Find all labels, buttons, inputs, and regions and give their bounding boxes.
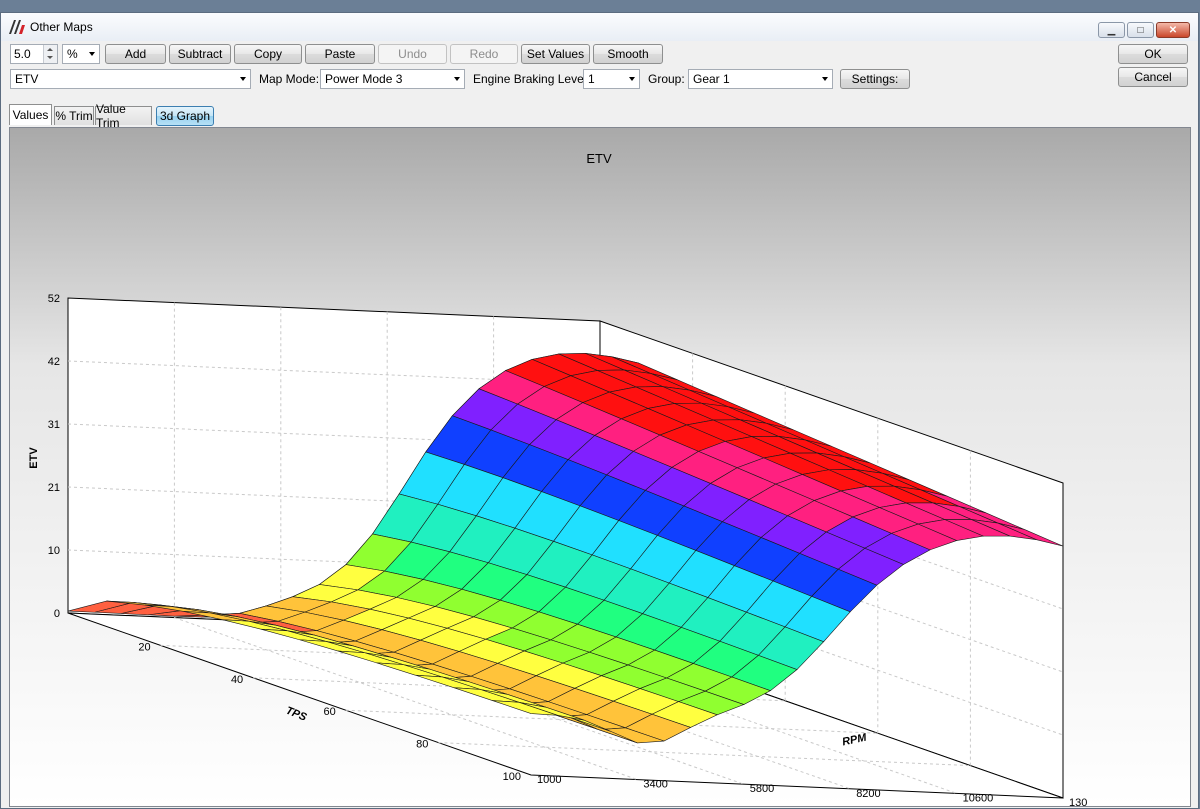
rpm-tick-label: 130 <box>1069 797 1087 806</box>
z-tick-label: 21 <box>48 482 60 494</box>
spin-down-icon <box>47 56 53 59</box>
app-logo-icon <box>9 20 25 34</box>
set-values-button[interactable]: Set Values <box>521 44 590 64</box>
rpm-tick-label: 8200 <box>856 788 880 800</box>
undo-button[interactable]: Undo <box>378 44 447 64</box>
step-value-text: 5.0 <box>14 47 31 61</box>
tab-value-trim[interactable]: Value Trim <box>95 102 152 130</box>
map-select[interactable]: ETV <box>10 69 251 89</box>
step-value-spinner[interactable]: 5.0 <box>10 44 58 64</box>
maximize-icon: □ <box>1137 24 1144 36</box>
minimize-button[interactable]: ▁ <box>1098 22 1125 38</box>
window-title: Other Maps <box>30 20 93 34</box>
chart-panel: 0 10 21 31 42 52 20 40 60 80 100 1000 3400 5800 8200 10… <box>9 127 1191 807</box>
close-button[interactable]: ✕ <box>1156 22 1190 38</box>
cancel-button[interactable]: Cancel <box>1118 67 1188 87</box>
settings-button[interactable]: Settings: <box>840 69 910 89</box>
z-tick-label: 52 <box>48 293 60 305</box>
subtract-button[interactable]: Subtract <box>169 44 231 64</box>
chevron-down-icon <box>822 77 828 81</box>
chevron-down-icon <box>240 77 246 81</box>
spinner-buttons[interactable] <box>43 45 57 63</box>
chevron-down-icon <box>629 77 635 81</box>
etv-3d-surface-chart[interactable]: 0 10 21 31 42 52 20 40 60 80 100 1000 3400 5800 8200 10… <box>10 128 1190 806</box>
tps-tick-label: 100 <box>503 771 521 783</box>
other-maps-window: Other Maps ▁ □ ✕ 5.0 % Add Subtract Copy… <box>0 12 1199 809</box>
group-select-value: Gear 1 <box>693 72 730 86</box>
chevron-down-icon <box>454 77 460 81</box>
rpm-tick-label: 3400 <box>643 779 667 791</box>
engine-braking-select[interactable]: 1 <box>583 69 640 89</box>
tps-tick-label: 20 <box>138 641 150 653</box>
z-tick-label: 42 <box>48 356 60 368</box>
copy-button[interactable]: Copy <box>234 44 302 64</box>
group-select[interactable]: Gear 1 <box>688 69 833 89</box>
redo-button[interactable]: Redo <box>450 44 518 64</box>
add-button[interactable]: Add <box>105 44 166 64</box>
tab-values[interactable]: Values <box>9 104 52 125</box>
minimize-icon: ▁ <box>1107 24 1116 36</box>
spin-up-icon <box>47 48 53 51</box>
rpm-tick-label: 1000 <box>537 774 561 786</box>
ok-button[interactable]: OK <box>1118 44 1188 64</box>
engine-braking-label: Engine Braking Level: <box>473 72 590 86</box>
rpm-tick-label: 10600 <box>963 792 994 804</box>
z-tick-label: 31 <box>48 419 60 431</box>
z-tick-label: 0 <box>54 608 60 620</box>
map-mode-select[interactable]: Power Mode 3 <box>320 69 465 89</box>
tab-percent-trim[interactable]: % Trim <box>54 106 94 125</box>
z-axis-title: ETV <box>28 447 40 469</box>
map-select-value: ETV <box>15 72 39 86</box>
tps-tick-label: 40 <box>231 674 243 686</box>
tps-tick-label: 80 <box>416 739 428 751</box>
smooth-button[interactable]: Smooth <box>593 44 663 64</box>
tps-tick-label: 60 <box>324 706 336 718</box>
chart-title: ETV <box>586 151 612 166</box>
engine-braking-value: 1 <box>588 72 595 86</box>
rpm-tick-label: 5800 <box>750 783 774 795</box>
title-bar[interactable]: Other Maps ▁ □ ✕ <box>1 13 1198 41</box>
unit-select-value: % <box>67 47 78 61</box>
3d-graph-toggle[interactable]: 3d Graph <box>156 106 214 126</box>
group-label: Group: <box>648 72 685 86</box>
chevron-down-icon <box>89 52 95 56</box>
maximize-button[interactable]: □ <box>1127 22 1154 38</box>
z-tick-label: 10 <box>48 545 60 557</box>
map-mode-label: Map Mode: <box>259 72 320 86</box>
close-icon: ✕ <box>1168 24 1178 36</box>
map-mode-value: Power Mode 3 <box>325 72 403 86</box>
unit-select[interactable]: % <box>62 44 100 64</box>
paste-button[interactable]: Paste <box>305 44 375 64</box>
